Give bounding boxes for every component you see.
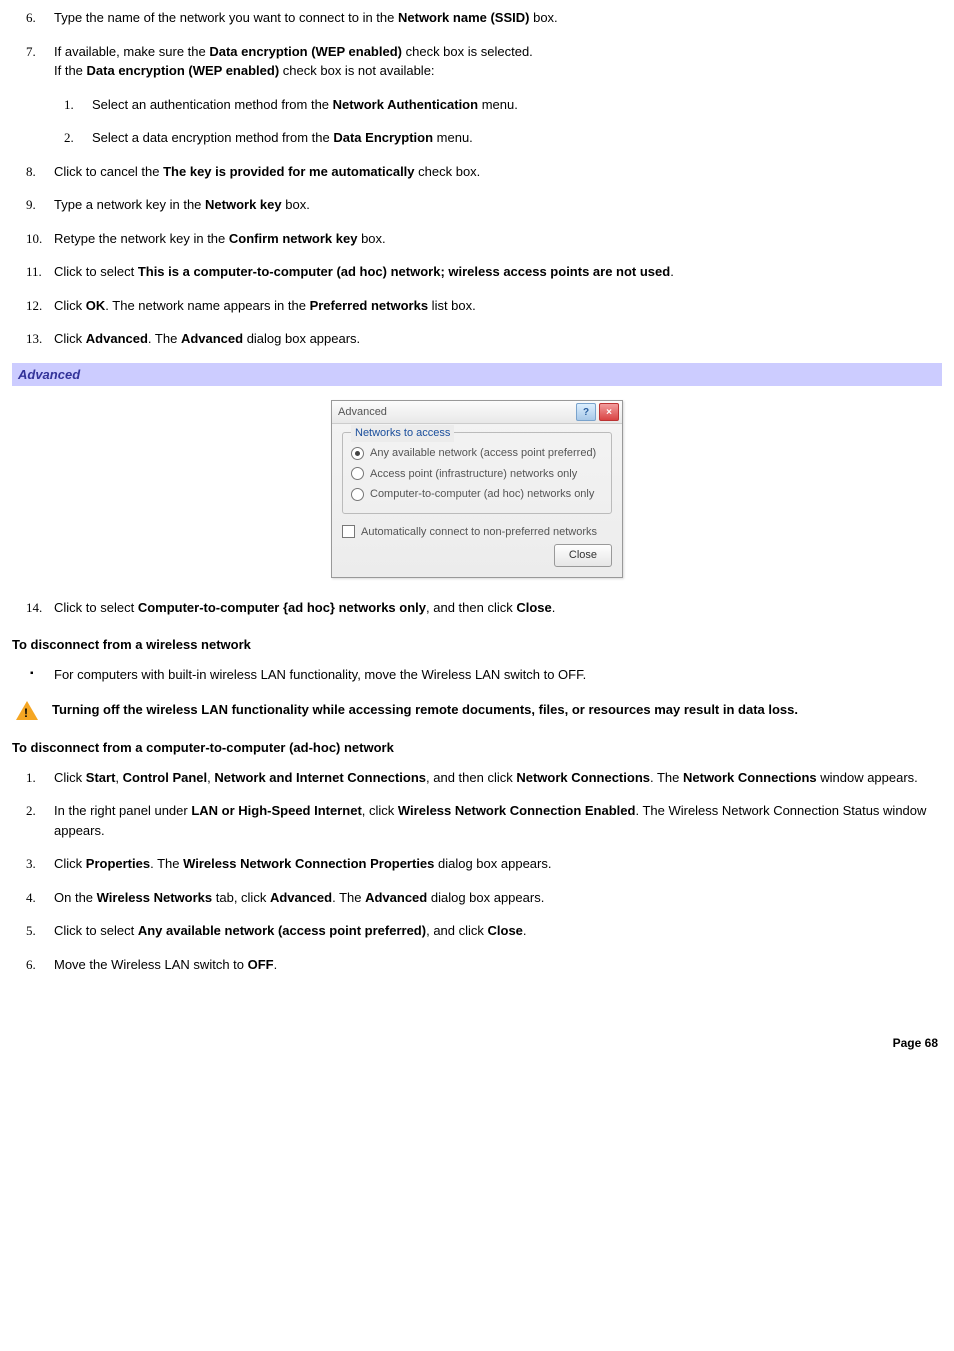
list-item: 1. Select an authentication method from t… — [54, 95, 942, 115]
checkbox-icon[interactable] — [342, 525, 355, 538]
radio-label: Any available network (access point pref… — [370, 445, 596, 462]
radio-icon[interactable] — [351, 488, 364, 501]
list-item: 14. Click to select Computer-to-computer … — [12, 598, 942, 618]
list-number: 7. — [26, 42, 36, 62]
list-item: 6. Type the name of the network you want … — [12, 8, 942, 28]
list-number: 1. — [26, 768, 36, 788]
close-icon[interactable]: × — [599, 403, 619, 421]
close-button[interactable]: Close — [554, 544, 612, 567]
list-item-text: On the Wireless Networks tab, click Adva… — [54, 890, 544, 905]
list-item-text: Retype the network key in the Confirm ne… — [54, 231, 386, 246]
list-item: 2. In the right panel under LAN or High-S… — [12, 801, 942, 840]
warning-text: Turning off the wireless LAN functionali… — [52, 700, 942, 720]
list-item-text: Click Start, Control Panel, Network and … — [54, 770, 918, 785]
list-number: 12. — [26, 296, 42, 316]
list-number: 11. — [26, 262, 42, 282]
list-number: 10. — [26, 229, 42, 249]
list-item-text: Click OK. The network name appears in th… — [54, 298, 476, 313]
instruction-list-1: 6. Type the name of the network you want … — [12, 8, 942, 349]
radio-icon[interactable] — [351, 447, 364, 460]
list-number: 14. — [26, 598, 42, 618]
advanced-dialog: Advanced ? × Networks to access Any avai… — [331, 400, 623, 578]
list-item-text: Move the Wireless LAN switch to OFF. — [54, 957, 277, 972]
list-number: 3. — [26, 854, 36, 874]
list-item-text: Click Advanced. The Advanced dialog box … — [54, 331, 360, 346]
list-item-text: Select a data encryption method from the… — [92, 130, 473, 145]
list-item: 4. On the Wireless Networks tab, click Ad… — [12, 888, 942, 908]
list-number: 6. — [26, 8, 36, 28]
warning-icon — [16, 701, 38, 720]
list-number: 5. — [26, 921, 36, 941]
auto-connect-label: Automatically connect to non-preferred n… — [361, 524, 597, 541]
list-item-text: Type a network key in the Network key bo… — [54, 197, 310, 212]
page-number: Page 68 — [12, 1034, 938, 1052]
auto-connect-checkbox-row[interactable]: Automatically connect to non-preferred n… — [342, 524, 612, 541]
list-item: 11. Click to select This is a computer-to… — [12, 262, 942, 282]
list-number: 9. — [26, 195, 36, 215]
list-item: 6. Move the Wireless LAN switch to OFF. — [12, 955, 942, 975]
list-number: 2. — [64, 128, 74, 148]
list-item-text: Click to select Computer-to-computer {ad… — [54, 600, 555, 615]
list-item-text: Click Properties. The Wireless Network C… — [54, 856, 551, 871]
instruction-list-2: 1. Click Start, Control Panel, Network an… — [12, 768, 942, 975]
heading-disconnect-wireless: To disconnect from a wireless network — [12, 635, 942, 655]
list-item-text: If available, make sure the Data encrypt… — [54, 44, 533, 79]
sub-list: 1. Select an authentication method from t… — [54, 95, 942, 148]
list-item: 12. Click OK. The network name appears in… — [12, 296, 942, 316]
list-item-text: Type the name of the network you want to… — [54, 10, 558, 25]
instruction-list-1-continued: 14. Click to select Computer-to-computer … — [12, 598, 942, 618]
heading-disconnect-adhoc: To disconnect from a computer-to-compute… — [12, 738, 942, 758]
list-item: 9. Type a network key in the Network key … — [12, 195, 942, 215]
warning-callout: Turning off the wireless LAN functionali… — [12, 700, 942, 720]
list-item-text: Select an authentication method from the… — [92, 97, 518, 112]
bullet-item: For computers with built-in wireless LAN… — [12, 665, 942, 685]
list-item: 3. Click Properties. The Wireless Network… — [12, 854, 942, 874]
group-legend: Networks to access — [351, 425, 454, 442]
list-number: 8. — [26, 162, 36, 182]
list-item-text: Click to cancel the The key is provided … — [54, 164, 480, 179]
list-item: 13. Click Advanced. The Advanced dialog b… — [12, 329, 942, 349]
section-heading-advanced: Advanced — [12, 363, 942, 387]
help-icon[interactable]: ? — [576, 403, 596, 421]
dialog-screenshot: Advanced ? × Networks to access Any avai… — [12, 400, 942, 578]
radio-icon[interactable] — [351, 467, 364, 480]
list-item-text: Click to select Any available network (a… — [54, 923, 527, 938]
radio-option[interactable]: Any available network (access point pref… — [351, 445, 603, 462]
list-item: 8. Click to cancel the The key is provide… — [12, 162, 942, 182]
bullet-list-disconnect: For computers with built-in wireless LAN… — [12, 665, 942, 685]
list-item: 5. Click to select Any available network … — [12, 921, 942, 941]
list-item: 10. Retype the network key in the Confirm… — [12, 229, 942, 249]
list-item-text: In the right panel under LAN or High-Spe… — [54, 803, 926, 838]
radio-label: Computer-to-computer (ad hoc) networks o… — [370, 486, 594, 503]
list-number: 4. — [26, 888, 36, 908]
radio-label: Access point (infrastructure) networks o… — [370, 466, 577, 483]
radio-option[interactable]: Access point (infrastructure) networks o… — [351, 466, 603, 483]
list-number: 1. — [64, 95, 74, 115]
list-item: 2. Select a data encryption method from t… — [54, 128, 942, 148]
list-number: 13. — [26, 329, 42, 349]
list-item-text: Click to select This is a computer-to-co… — [54, 264, 674, 279]
list-number: 2. — [26, 801, 36, 821]
dialog-titlebar: Advanced ? × — [332, 401, 622, 424]
list-item: 7. If available, make sure the Data encry… — [12, 42, 942, 148]
list-item: 1. Click Start, Control Panel, Network an… — [12, 768, 942, 788]
dialog-title-text: Advanced — [338, 404, 387, 421]
networks-to-access-group: Networks to access Any available network… — [342, 432, 612, 514]
radio-option[interactable]: Computer-to-computer (ad hoc) networks o… — [351, 486, 603, 503]
list-number: 6. — [26, 955, 36, 975]
